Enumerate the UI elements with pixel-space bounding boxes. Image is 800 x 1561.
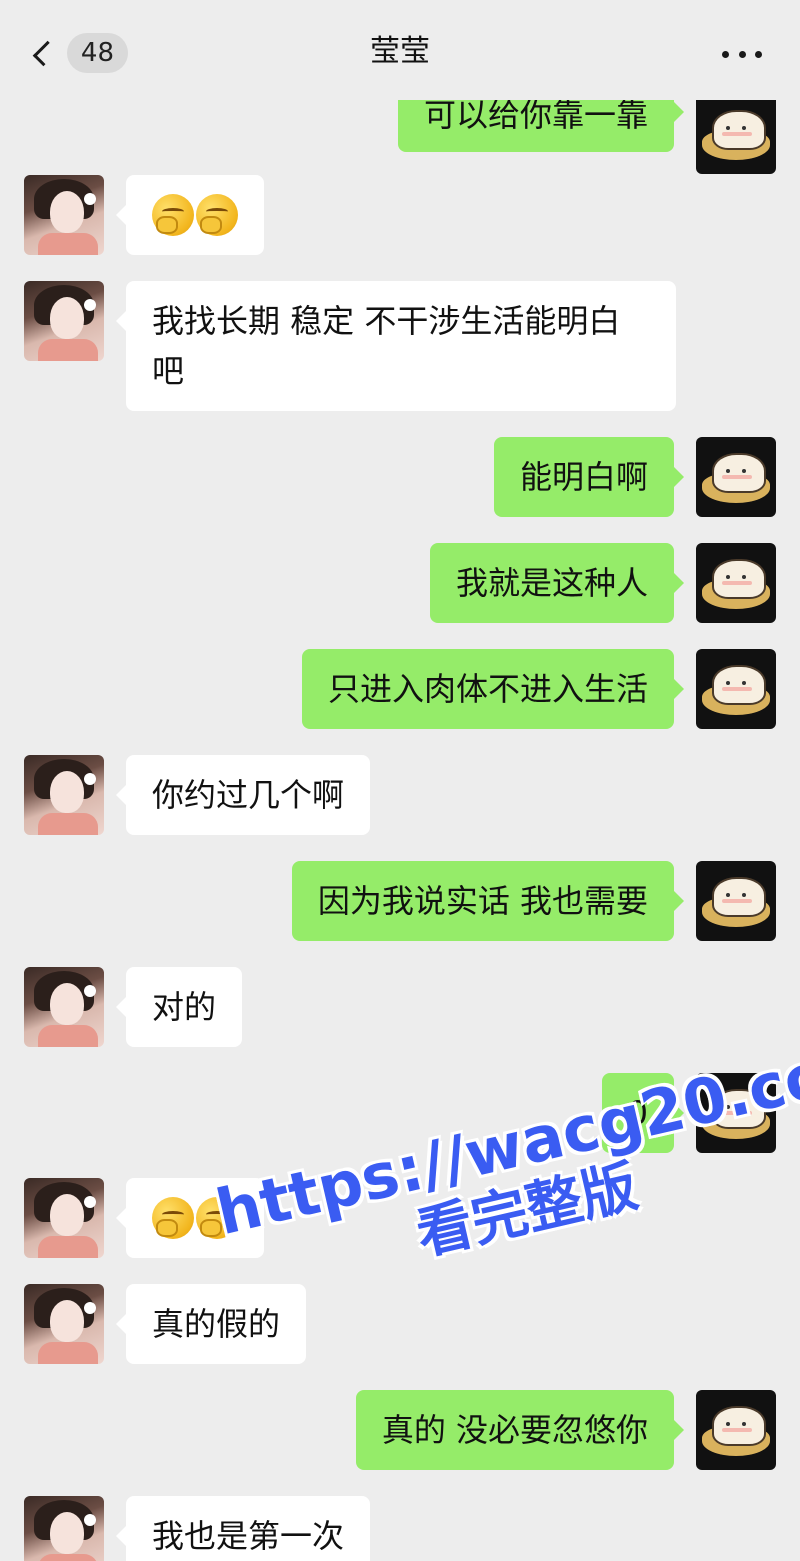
contact-avatar[interactable]: [24, 1496, 104, 1561]
message-bubble[interactable]: 因为我说实话 我也需要: [291, 861, 685, 941]
my-avatar[interactable]: [696, 1073, 776, 1153]
hand-over-mouth-emoji-icon: [196, 1197, 238, 1239]
hand-over-mouth-emoji-icon: [196, 194, 238, 236]
hand-over-mouth-emoji-icon: [152, 1197, 194, 1239]
more-dots-icon[interactable]: [722, 48, 762, 60]
my-avatar[interactable]: [696, 1390, 776, 1470]
message-bubble[interactable]: 0: [601, 1073, 685, 1153]
message-bubble[interactable]: 你约过几个啊: [115, 755, 371, 835]
contact-avatar[interactable]: [24, 281, 104, 361]
contact-avatar[interactable]: [24, 1284, 104, 1364]
contact-avatar[interactable]: [24, 175, 104, 255]
my-avatar[interactable]: [696, 437, 776, 517]
my-avatar[interactable]: [696, 543, 776, 623]
message-bubble[interactable]: 只进入肉体不进入生活: [301, 649, 685, 729]
my-avatar[interactable]: [696, 861, 776, 941]
message-bubble[interactable]: 对的: [115, 967, 243, 1047]
message-bubble[interactable]: 我找长期 稳定 不干涉生活能明白吧: [116, 281, 676, 411]
message-bubble[interactable]: [116, 1178, 264, 1258]
contact-avatar[interactable]: [24, 1178, 104, 1258]
my-avatar[interactable]: [696, 94, 776, 174]
hand-over-mouth-emoji-icon: [152, 194, 194, 236]
message-bubble[interactable]: 真的 没必要忽悠你: [355, 1390, 685, 1470]
message-bubble[interactable]: 我就是这种人: [429, 543, 685, 623]
message-bubble[interactable]: 我也是第一次: [115, 1496, 371, 1561]
chat-title: 莹莹: [370, 34, 430, 69]
contact-avatar[interactable]: [24, 967, 104, 1047]
message-bubble[interactable]: 能明白啊: [493, 437, 685, 517]
my-avatar[interactable]: [696, 649, 776, 729]
contact-avatar[interactable]: [24, 755, 104, 835]
chat-header: 48 莹莹: [0, 0, 800, 100]
chat-screen: 48 莹莹 可以给你靠一靠 我找长期 稳定 不干涉生活能明白吧 能明白啊 我就是…: [0, 0, 800, 1561]
message-bubble[interactable]: [116, 175, 264, 255]
message-bubble[interactable]: 真的假的: [115, 1284, 307, 1364]
